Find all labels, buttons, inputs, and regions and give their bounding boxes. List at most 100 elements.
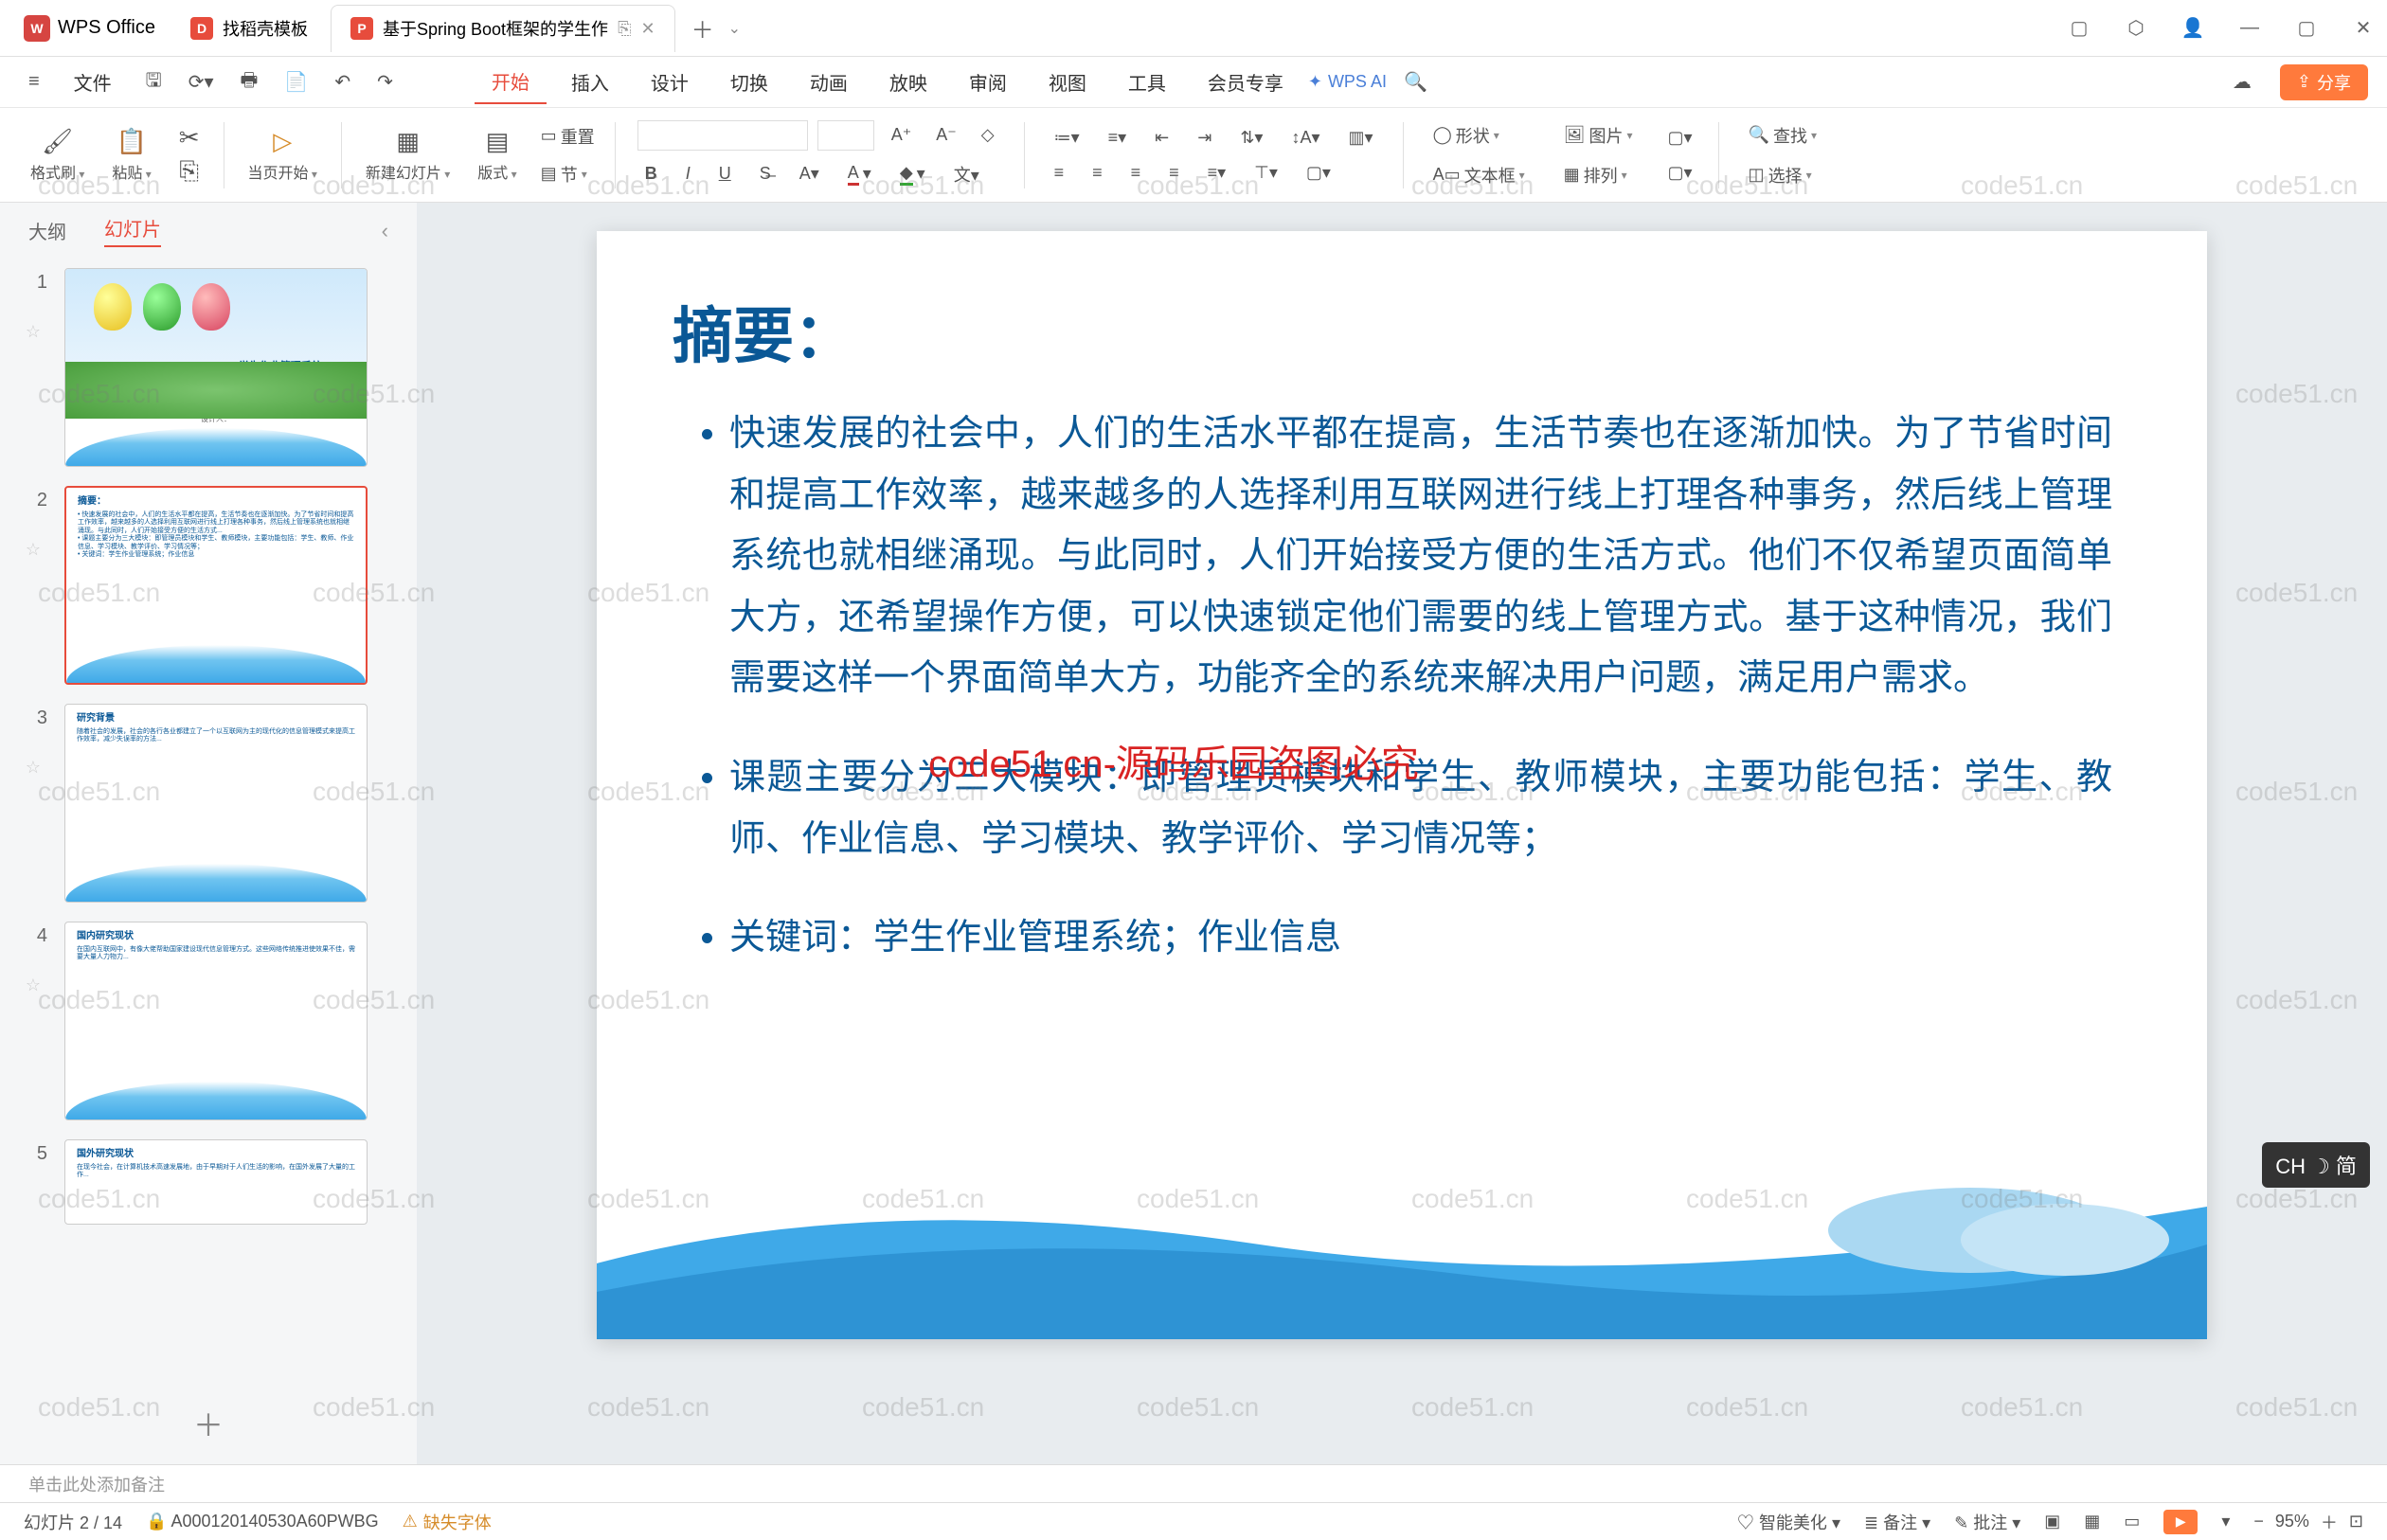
layout-icon[interactable]: ▢: [2065, 14, 2093, 43]
outline-button[interactable]: ▢▾: [1660, 159, 1700, 187]
arrange-button[interactable]: ▦排列: [1556, 159, 1641, 191]
menu-slideshow[interactable]: 放映: [872, 61, 944, 103]
print-icon[interactable]: 🖶: [231, 61, 268, 104]
star-icon[interactable]: ☆: [26, 540, 41, 560]
star-icon[interactable]: ☆: [26, 976, 41, 995]
menu-design[interactable]: 设计: [634, 61, 706, 103]
more-paragraph-button[interactable]: ▢▾: [1299, 159, 1338, 187]
tab-menu-dropdown[interactable]: ⌄: [728, 19, 741, 38]
slide-thumb-5[interactable]: 5 国外研究现状 在现今社会，在计算机技术高速发展地，由于早期对于人们生活的影响…: [19, 1139, 398, 1225]
align-center-button[interactable]: ≡: [1085, 159, 1110, 187]
bold-button[interactable]: B: [637, 160, 665, 188]
numbering-button[interactable]: ≡▾: [1101, 124, 1135, 152]
zoom-level[interactable]: 95%: [2275, 1512, 2309, 1531]
slide-thumb-2[interactable]: 2☆ 摘要： • 快速发展的社会中，人们的生活水平都在提高，生活节奏也在逐渐加快…: [19, 486, 398, 685]
pinyin-button[interactable]: 文▾: [946, 158, 987, 190]
star-icon[interactable]: ☆: [26, 758, 41, 778]
underline-button[interactable]: U: [711, 160, 739, 188]
menu-icon[interactable]: ≡: [19, 65, 49, 98]
new-slide-button[interactable]: ▦新建幻灯片: [354, 127, 461, 183]
align-justify-button[interactable]: ≡: [1161, 159, 1187, 187]
clear-format-button[interactable]: ◇: [974, 121, 1002, 149]
slideshow-button[interactable]: ▶: [2163, 1510, 2198, 1534]
menu-transition[interactable]: 切换: [713, 61, 785, 103]
slide-body[interactable]: 快速发展的社会中，人们的生活水平都在提高，生活节奏也在逐渐加快。为了节省时间和提…: [597, 403, 2207, 969]
slide-thumb-3[interactable]: 3☆ 研究背景 随着社会的发展，社会的各行各业都建立了一个以互联网为主的现代化的…: [19, 704, 398, 903]
align-top-button[interactable]: ⊤▾: [1247, 159, 1285, 187]
paste-button[interactable]: 📋粘贴: [100, 127, 162, 183]
section-button[interactable]: ▤节: [533, 158, 602, 190]
smart-beautify-button[interactable]: ♡ 智能美化 ▾: [1737, 1510, 1840, 1534]
refresh-icon[interactable]: ⟳▾: [179, 64, 224, 99]
notes-toggle[interactable]: ≣ 备注 ▾: [1864, 1510, 1930, 1534]
notes-bar[interactable]: 单击此处添加备注: [0, 1464, 2387, 1502]
format-brush-button[interactable]: 🖌格式刷: [19, 127, 96, 183]
current-slide[interactable]: 摘要： 快速发展的社会中，人们的生活水平都在提高，生活节奏也在逐渐加快。为了节省…: [597, 231, 2207, 1339]
normal-view-icon[interactable]: ▣: [2044, 1512, 2060, 1531]
font-selector[interactable]: [637, 120, 808, 151]
tab-document[interactable]: P 基于Spring Boot框架的学生作 ⎘ ✕: [331, 5, 675, 52]
minimize-button[interactable]: —: [2235, 14, 2264, 43]
undo-icon[interactable]: ↶: [325, 64, 360, 99]
maximize-button[interactable]: ▢: [2292, 14, 2321, 43]
share-button[interactable]: ⇪分享: [2280, 64, 2368, 100]
fit-window-button[interactable]: ⊡: [2349, 1512, 2363, 1531]
outline-tab[interactable]: 大纲: [28, 217, 66, 244]
close-button[interactable]: ✕: [2349, 14, 2378, 43]
distribute-button[interactable]: ≡▾: [1200, 159, 1234, 187]
redo-icon[interactable]: ↷: [368, 64, 403, 99]
align-right-button[interactable]: ≡: [1123, 159, 1149, 187]
font-color-button[interactable]: A▾: [840, 159, 879, 189]
slide-title[interactable]: 摘要：: [597, 231, 2207, 403]
collapse-panel-icon[interactable]: ‹: [382, 219, 388, 243]
sorter-view-icon[interactable]: ▦: [2084, 1512, 2100, 1531]
slide-canvas-area[interactable]: 摘要： 快速发展的社会中，人们的生活水平都在提高，生活节奏也在逐渐加快。为了节省…: [417, 203, 2387, 1464]
add-slide-button[interactable]: ＋: [0, 1383, 417, 1464]
cut-button[interactable]: ✂⎘: [168, 123, 211, 187]
cube-icon[interactable]: ⬡: [2122, 14, 2150, 43]
menu-file[interactable]: 文件: [57, 61, 129, 103]
slide-thumb-1[interactable]: 1☆ 学生作业管理系统ppt 指导老师：设计人：: [19, 268, 398, 467]
comments-toggle[interactable]: ✎ 批注 ▾: [1954, 1510, 2020, 1534]
search-icon[interactable]: 🔍: [1394, 64, 1437, 99]
play-dropdown[interactable]: ▾: [2221, 1512, 2230, 1531]
menu-animation[interactable]: 动画: [793, 61, 865, 103]
star-icon[interactable]: ☆: [26, 322, 41, 342]
font-size-selector[interactable]: [817, 120, 874, 151]
menu-insert[interactable]: 插入: [554, 61, 626, 103]
italic-button[interactable]: I: [678, 160, 698, 188]
indent-dec-button[interactable]: ⇤: [1147, 124, 1176, 152]
menu-member[interactable]: 会员专享: [1191, 61, 1301, 103]
slide-bullet-2[interactable]: 课题主要分为三大模块：即管理员模块和学生、教师模块，主要功能包括：学生、教师、作…: [729, 747, 2112, 869]
new-tab-button[interactable]: ＋: [677, 11, 728, 45]
select-button[interactable]: ◫选择: [1741, 159, 1824, 191]
menu-view[interactable]: 视图: [1032, 61, 1104, 103]
menu-start[interactable]: 开始: [475, 60, 547, 104]
slides-list[interactable]: 1☆ 学生作业管理系统ppt 指导老师：设计人： 2☆ 摘要： • 快速发展的社…: [0, 259, 417, 1383]
text-direction-button[interactable]: ↕A▾: [1283, 124, 1327, 152]
strikethrough-button[interactable]: S̶: [752, 160, 779, 188]
zoom-out-button[interactable]: −: [2253, 1512, 2264, 1531]
menu-tools[interactable]: 工具: [1111, 61, 1183, 103]
increase-font-button[interactable]: A⁺: [884, 121, 920, 149]
pin-icon[interactable]: ⎘: [618, 19, 631, 39]
reset-button[interactable]: ▭重置: [533, 120, 602, 152]
fill-color-button[interactable]: ◆▾: [892, 159, 933, 189]
fill-button[interactable]: ▢▾: [1660, 124, 1700, 152]
highlight-button[interactable]: A▾: [792, 160, 827, 188]
missing-font-warning[interactable]: ⚠缺失字体: [403, 1510, 492, 1534]
shape-button[interactable]: ◯形状: [1426, 119, 1533, 152]
align-left-button[interactable]: ≡: [1047, 159, 1072, 187]
preview-icon[interactable]: 📄: [275, 64, 317, 99]
avatar-icon[interactable]: 👤: [2179, 14, 2207, 43]
reading-view-icon[interactable]: ▭: [2124, 1512, 2140, 1531]
slide-bullet-1[interactable]: 快速发展的社会中，人们的生活水平都在提高，生活节奏也在逐渐加快。为了节省时间和提…: [729, 403, 2112, 709]
zoom-in-button[interactable]: ＋: [2321, 1510, 2338, 1534]
indent-inc-button[interactable]: ⇥: [1190, 124, 1219, 152]
find-button[interactable]: 🔍查找: [1741, 119, 1824, 152]
layout-button[interactable]: ▤版式: [466, 127, 528, 183]
slides-tab[interactable]: 幻灯片: [104, 214, 161, 247]
slide-bullet-3[interactable]: 关键词：学生作业管理系统；作业信息: [729, 907, 2112, 969]
bullets-button[interactable]: ≔▾: [1047, 124, 1087, 152]
menu-review[interactable]: 审阅: [952, 61, 1024, 103]
